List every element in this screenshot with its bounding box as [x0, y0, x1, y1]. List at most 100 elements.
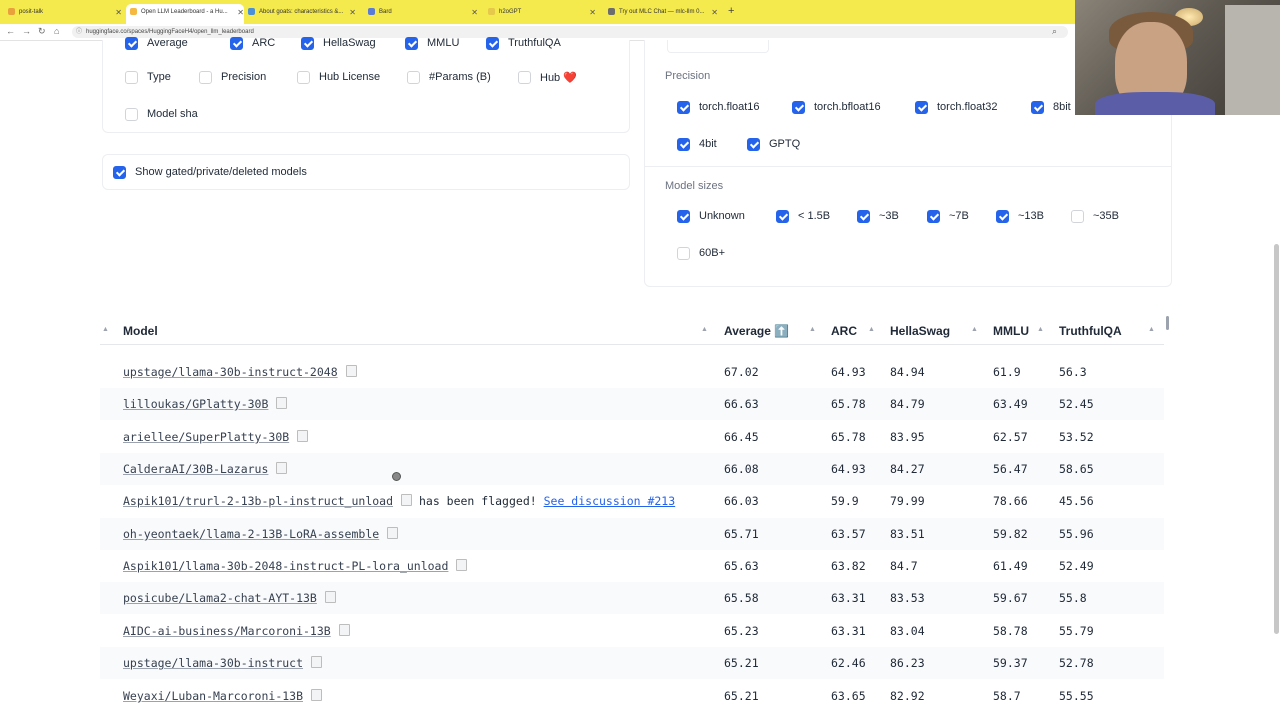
tab-about-goats[interactable]: About goats: characteristics &... ✕ — [248, 4, 356, 21]
precision-option-float16[interactable]: torch.float16 — [677, 98, 760, 116]
size-option-3b[interactable]: ~3B — [857, 207, 899, 225]
size-option-7b[interactable]: ~7B — [927, 207, 969, 225]
column-header-mmlu[interactable]: MMLU — [993, 324, 1029, 338]
checkbox — [125, 70, 138, 84]
model-link[interactable]: CalderaAI/30B-Lazarus — [123, 462, 268, 476]
forward-icon[interactable]: → — [22, 26, 31, 36]
model-link[interactable]: oh-yeontaek/llama-2-13B-LoRA-assemble — [123, 527, 379, 541]
column-option-truthfulqa[interactable]: TruthfulQA — [486, 34, 561, 52]
precision-option-8bit[interactable]: 8bit — [1031, 98, 1071, 116]
column-option-type[interactable]: Type — [125, 68, 171, 86]
close-tab-icon[interactable]: ✕ — [471, 4, 478, 21]
tab-h2ogpt[interactable]: h2oGPT ✕ — [488, 4, 596, 21]
size-option-13b[interactable]: ~13B — [996, 207, 1044, 225]
column-option-arc[interactable]: ARC — [230, 34, 275, 52]
checkbox — [297, 70, 310, 84]
precision-option-4bit[interactable]: 4bit — [677, 135, 717, 153]
model-link[interactable]: lilloukas/GPlatty-30B — [123, 397, 268, 411]
model-link[interactable]: AIDC-ai-business/Marcoroni-13B — [123, 624, 331, 638]
arc-cell: 63.82 — [831, 559, 866, 573]
copy-icon[interactable] — [276, 462, 288, 474]
sort-icon[interactable]: ▲ — [868, 326, 875, 333]
column-header-truthfulqa[interactable]: TruthfulQA — [1059, 324, 1122, 338]
column-header-average[interactable]: Average ⬆️ — [724, 324, 789, 338]
model-link[interactable]: Weyaxi/Luban-Marcoroni-13B — [123, 689, 303, 703]
page-scrollbar[interactable] — [1274, 244, 1279, 634]
favicon-icon — [608, 7, 615, 15]
copy-icon[interactable] — [345, 365, 357, 377]
precision-option-gptq[interactable]: GPTQ — [747, 135, 800, 153]
site-info-icon[interactable]: ⓘ — [76, 26, 82, 35]
size-option-unknown[interactable]: Unknown — [677, 207, 745, 225]
precision-option-float32[interactable]: torch.float32 — [915, 98, 998, 116]
reload-icon[interactable]: ↻ — [38, 26, 46, 37]
copy-icon[interactable] — [297, 430, 309, 442]
copy-icon[interactable] — [338, 624, 350, 636]
sort-icon[interactable]: ▲ — [701, 326, 708, 333]
column-option-hellaswag[interactable]: HellaSwag — [301, 34, 376, 52]
tab-title: Bard — [379, 9, 392, 15]
sort-icon[interactable]: ▲ — [809, 326, 816, 333]
mmlu-cell: 78.66 — [993, 494, 1028, 508]
truthfulqa-cell: 53.52 — [1059, 430, 1094, 444]
sort-icon[interactable]: ▲ — [971, 326, 978, 333]
column-option-hub-license[interactable]: Hub License — [297, 68, 380, 86]
tab-open-llm-leaderboard[interactable]: Open LLM Leaderboard - a Hu... ✕ — [126, 4, 244, 24]
checkbox — [857, 209, 870, 223]
tab-mlc-chat[interactable]: Try out MLC Chat — mlc-llm 0... ✕ — [608, 4, 718, 21]
precision-option-bfloat16[interactable]: torch.bfloat16 — [792, 98, 881, 116]
sort-icon[interactable]: ▲ — [1148, 326, 1155, 333]
size-option-60b-plus[interactable]: 60B+ — [677, 244, 725, 262]
close-tab-icon[interactable]: ✕ — [589, 4, 596, 21]
home-icon[interactable]: ⌂ — [54, 26, 59, 36]
mmlu-cell: 61.9 — [993, 365, 1021, 379]
close-tab-icon[interactable]: ✕ — [711, 4, 718, 21]
table-scrollbar[interactable] — [1166, 316, 1169, 330]
column-header-hellaswag[interactable]: HellaSwag — [890, 324, 950, 338]
table-row: ariellee/SuperPlatty-30B 66.45 65.78 83.… — [100, 421, 1164, 453]
model-link[interactable]: upstage/llama-30b-instruct — [123, 656, 303, 670]
new-tab-icon[interactable]: + — [728, 5, 734, 17]
tab-posit-talk[interactable]: posit-talk ✕ — [8, 4, 122, 21]
size-option-35b[interactable]: ~35B — [1071, 207, 1119, 225]
size-option-lt-1-5b[interactable]: < 1.5B — [776, 207, 830, 225]
sort-icon[interactable]: ▲ — [102, 326, 109, 333]
discussion-link[interactable]: See discussion #213 — [544, 494, 676, 508]
copy-icon[interactable] — [276, 397, 288, 409]
option-label: 8bit — [1053, 101, 1071, 113]
column-option-precision[interactable]: Precision — [199, 68, 266, 86]
column-option-hub-likes[interactable]: Hub ❤️ — [518, 68, 577, 86]
copy-icon[interactable] — [456, 559, 468, 571]
zoom-icon[interactable]: ⌕ — [1052, 26, 1057, 37]
copy-icon[interactable] — [324, 591, 336, 603]
show-gated-checkbox[interactable]: Show gated/private/deleted models — [113, 163, 307, 181]
column-header-model[interactable]: Model — [123, 324, 158, 338]
model-link[interactable]: Aspik101/llama-30b-2048-instruct-PL-lora… — [123, 559, 448, 573]
copy-icon[interactable] — [401, 494, 413, 506]
column-header-arc[interactable]: ARC — [831, 324, 857, 338]
back-icon[interactable]: ← — [6, 26, 15, 36]
checkbox — [747, 137, 760, 151]
tab-title: h2oGPT — [499, 9, 522, 15]
model-link[interactable]: posicube/Llama2-chat-AYT-13B — [123, 591, 317, 605]
copy-icon[interactable] — [387, 527, 399, 539]
model-link[interactable]: Aspik101/trurl-2-13b-pl-instruct_unload — [123, 494, 393, 508]
column-option-average[interactable]: Average — [125, 34, 188, 52]
copy-icon[interactable] — [311, 656, 323, 668]
favicon-icon — [248, 7, 255, 15]
model-link[interactable]: ariellee/SuperPlatty-30B — [123, 430, 289, 444]
option-label: Hub License — [319, 71, 381, 83]
close-tab-icon[interactable]: ✕ — [349, 4, 356, 21]
sort-icon[interactable]: ▲ — [1037, 326, 1044, 333]
model-cell: lilloukas/GPlatty-30B — [123, 397, 288, 411]
copy-icon[interactable] — [311, 689, 323, 701]
column-option-mmlu[interactable]: MMLU — [405, 34, 459, 52]
average-cell: 67.02 — [724, 365, 759, 379]
url-field[interactable]: huggingface.co/spaces/HuggingFaceH4/open… — [72, 26, 1068, 38]
column-option-model-sha[interactable]: Model sha — [125, 105, 198, 123]
close-tab-icon[interactable]: ✕ — [115, 4, 122, 21]
tab-bard[interactable]: Bard ✕ — [368, 4, 478, 21]
column-option-params[interactable]: #Params (B) — [407, 68, 491, 86]
model-link[interactable]: upstage/llama-30b-instruct-2048 — [123, 365, 338, 379]
close-tab-icon[interactable]: ✕ — [237, 4, 244, 21]
